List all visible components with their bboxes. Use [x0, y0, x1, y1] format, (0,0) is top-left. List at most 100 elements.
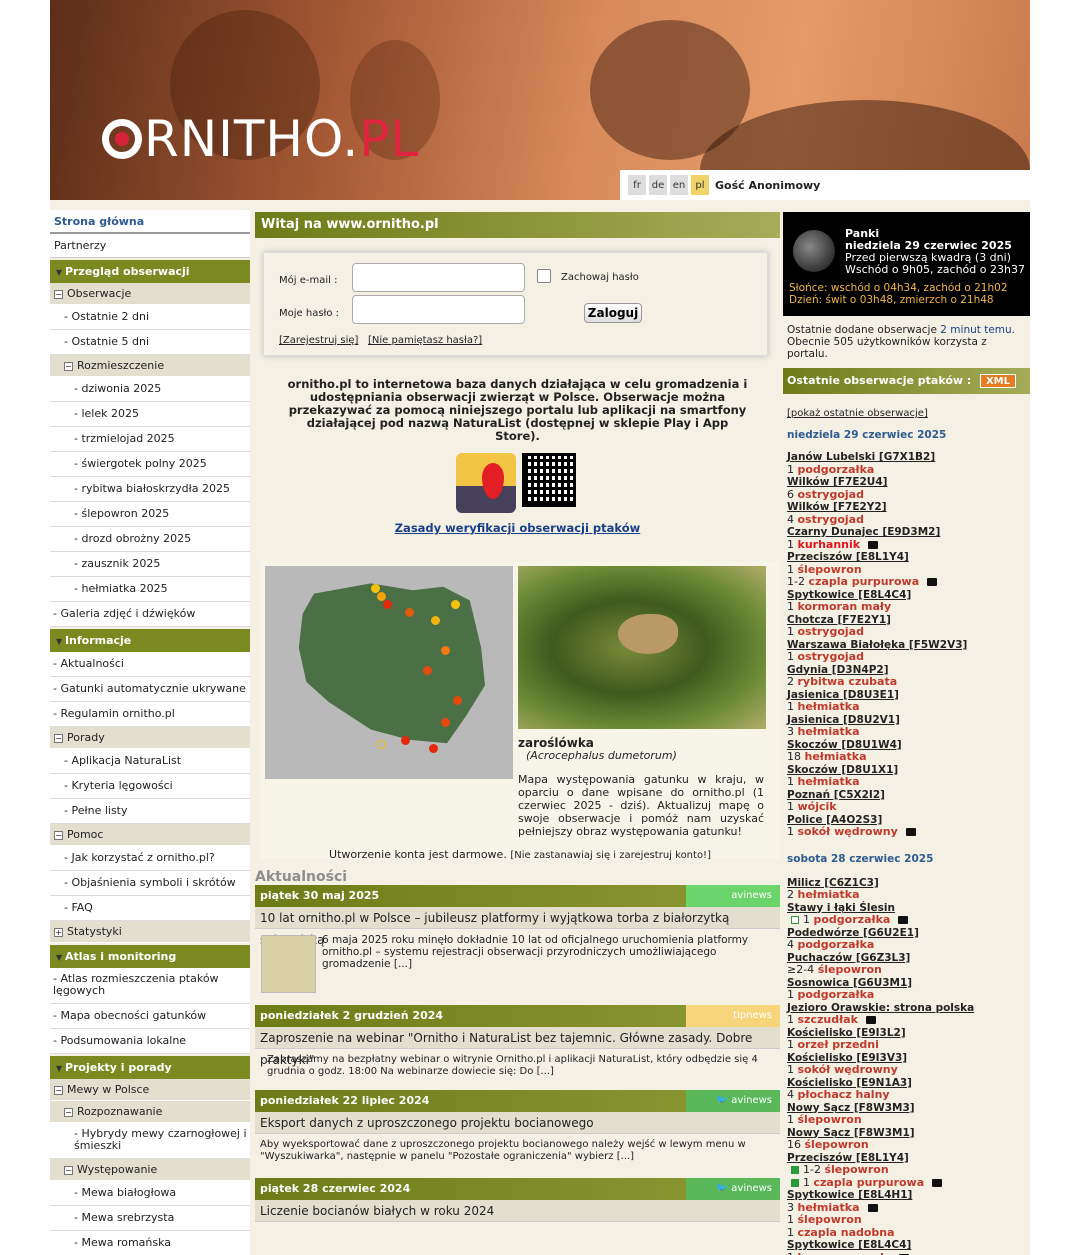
nav-observations[interactable]: − Obserwacje [50, 283, 250, 305]
obs-species-name[interactable]: orzeł przedni [798, 1038, 879, 1051]
read-more-link[interactable]: [...] [617, 1151, 634, 1162]
obs-species-name[interactable]: kormoran mały [798, 600, 892, 613]
obs-species-name[interactable]: hełmiatka [798, 888, 860, 901]
nav-occurrence[interactable]: − Występowanie [50, 1159, 250, 1181]
nav-how-to[interactable]: - Jak korzystać z ornitho.pl? [50, 846, 250, 871]
obs-species-name[interactable]: ślepowron [818, 963, 882, 976]
nav-partners[interactable]: Partnerzy [50, 234, 250, 258]
nav-species-item[interactable]: - ślepowron 2025 [50, 502, 250, 527]
nav-section-observations[interactable]: Przegląd obserwacji [50, 260, 250, 283]
nav-help[interactable]: − Pomoc [50, 824, 250, 846]
obs-species-name[interactable]: szczudłak [798, 1013, 858, 1026]
obs-species-name[interactable]: ślepowron [798, 1113, 862, 1126]
nav-last-5-days[interactable]: - Ostatnie 5 dni [50, 330, 250, 355]
nav-hybrids[interactable]: - Hybrydy mewy czarnogłowej i śmieszki [50, 1123, 250, 1159]
obs-species-name[interactable]: hełmiatka [798, 700, 860, 713]
nav-home[interactable]: Strona główna [50, 210, 250, 234]
nav-atlas[interactable]: - Atlas rozmieszczenia ptaków lęgowych [50, 968, 250, 1004]
obs-species-name[interactable]: czapla nadobna [798, 1226, 895, 1239]
obs-species-name[interactable]: ostrygojad [798, 625, 864, 638]
nav-hidden-species[interactable]: - Gatunki automatycznie ukrywane [50, 677, 250, 702]
obs-species-name[interactable]: podgorzałka [798, 463, 875, 476]
xml-feed-button[interactable]: XML [980, 374, 1016, 388]
nav-gulls[interactable]: − Mewy w Polsce [50, 1079, 250, 1101]
nav-local-summaries[interactable]: - Podsumowania lokalne [50, 1029, 250, 1054]
camera-icon[interactable] [932, 1178, 943, 1187]
nav-section-information[interactable]: Informacje [50, 629, 250, 652]
obs-species-name[interactable]: podgorzałka [798, 988, 875, 1001]
obs-species-name[interactable]: ostrygojad [798, 650, 864, 663]
obs-species-name[interactable]: ślepowron [798, 563, 862, 576]
nav-full-lists[interactable]: - Pełne listy [50, 799, 250, 824]
obs-species-name[interactable]: hełmiatka [798, 1201, 860, 1214]
news-thumbnail[interactable] [261, 935, 316, 993]
lang-fr[interactable]: fr [628, 175, 646, 195]
nav-species-item[interactable]: - dziwonia 2025 [50, 377, 250, 402]
nav-species-item[interactable]: - trzmielojad 2025 [50, 427, 250, 452]
obs-species-name[interactable]: kurhannik [798, 538, 861, 551]
nav-news[interactable]: - Aktualności [50, 652, 250, 677]
obs-species-name[interactable]: wójcik [798, 800, 837, 813]
nav-species-item[interactable]: - rybitwa białoskrzydła 2025 [50, 477, 250, 502]
login-button[interactable]: Zaloguj [584, 303, 642, 323]
nav-tips[interactable]: − Porady [50, 727, 250, 749]
obs-species-name[interactable]: kormoran mały [798, 1251, 892, 1255]
news-title[interactable]: Eksport danych z uproszczonego projektu … [255, 1112, 780, 1134]
obs-species-name[interactable]: podgorzałka [798, 938, 875, 951]
obs-species-name[interactable]: ślepowron [805, 1138, 869, 1151]
nav-species-item[interactable]: - hełmiatka 2025 [50, 577, 250, 602]
lang-en[interactable]: en [670, 175, 688, 195]
obs-species-name[interactable]: ostrygojad [798, 488, 864, 501]
register-link[interactable]: [Zarejestruj się] [279, 335, 358, 346]
nav-naturalist-app[interactable]: - Aplikacja NaturaList [50, 749, 250, 774]
nav-faq[interactable]: - FAQ [50, 896, 250, 921]
news-title[interactable]: Liczenie bocianów białych w roku 2024 [255, 1200, 780, 1222]
nav-last-2-days[interactable]: - Ostatnie 2 dni [50, 305, 250, 330]
obs-species-name[interactable]: podgorzałka [814, 913, 891, 926]
nav-gull-item[interactable]: - Mewa srebrzysta [50, 1206, 250, 1231]
nav-gallery[interactable]: - Galeria zdjęć i dźwięków [50, 602, 250, 627]
nav-gull-item[interactable]: - Mewa białogłowa [50, 1181, 250, 1206]
signup-link[interactable]: [Nie zastanawiaj się i zarejestruj konto… [510, 850, 711, 861]
nav-species-item[interactable]: - świergotek polny 2025 [50, 452, 250, 477]
show-observations-link[interactable]: [pokaż ostatnie obserwacje] [787, 408, 1026, 419]
obs-species-name[interactable]: hełmiatka [805, 750, 867, 763]
nav-gull-item[interactable]: - Mewa romańska [50, 1231, 250, 1255]
distribution-map[interactable] [265, 566, 513, 779]
nav-breeding-criteria[interactable]: - Kryteria lęgowości [50, 774, 250, 799]
news-title[interactable]: 10 lat ornitho.pl w Polsce – jubileusz p… [255, 907, 780, 947]
remember-checkbox[interactable] [537, 269, 551, 283]
read-more-link[interactable]: [...] [537, 1066, 554, 1077]
camera-icon[interactable] [898, 916, 909, 924]
obs-species-name[interactable]: ślepowron [798, 1213, 862, 1226]
obs-species-name[interactable]: czapla purpurowa [814, 1176, 925, 1189]
nav-species-item[interactable]: - lelek 2025 [50, 402, 250, 427]
verification-rules-link[interactable]: Zasady weryfikacji obserwacji ptaków [255, 521, 780, 535]
obs-species-name[interactable]: hełmiatka [798, 775, 860, 788]
nav-identification[interactable]: − Rozpoznawanie [50, 1101, 250, 1123]
nav-species-item[interactable]: - zausznik 2025 [50, 552, 250, 577]
lang-pl[interactable]: pl [691, 175, 709, 195]
obs-species-name[interactable]: ślepowron [824, 1163, 888, 1176]
email-field[interactable] [352, 263, 525, 292]
naturalist-app-icon[interactable] [456, 453, 516, 513]
camera-icon[interactable] [905, 828, 916, 836]
nav-section-atlas[interactable]: Atlas i monitoring [50, 945, 250, 968]
nav-symbols[interactable]: - Objaśnienia symboli i skrótów [50, 871, 250, 896]
obs-species-name[interactable]: hełmiatka [798, 725, 860, 738]
camera-icon[interactable] [927, 578, 938, 586]
nav-regulations[interactable]: - Regulamin ornitho.pl [50, 702, 250, 727]
nav-distribution[interactable]: − Rozmieszczenie [50, 355, 250, 377]
nav-section-projects[interactable]: Projekty i porady [50, 1056, 250, 1079]
news-title[interactable]: Zaproszenie na webinar "Ornitho i Natura… [255, 1027, 780, 1067]
read-more-link[interactable]: [...] [394, 958, 412, 970]
lang-de[interactable]: de [649, 175, 667, 195]
nav-species-item[interactable]: - drozd obrożny 2025 [50, 527, 250, 552]
nav-species-map[interactable]: - Mapa obecności gatunków [50, 1004, 250, 1029]
obs-species-name[interactable]: czapla purpurowa [808, 575, 919, 588]
obs-species-name[interactable]: rybitwa czubata [798, 675, 898, 688]
species-photo[interactable] [518, 566, 766, 729]
obs-species-name[interactable]: płochacz halny [798, 1088, 890, 1101]
obs-species-name[interactable]: sokół wędrowny [798, 825, 898, 838]
camera-icon[interactable] [868, 540, 879, 549]
